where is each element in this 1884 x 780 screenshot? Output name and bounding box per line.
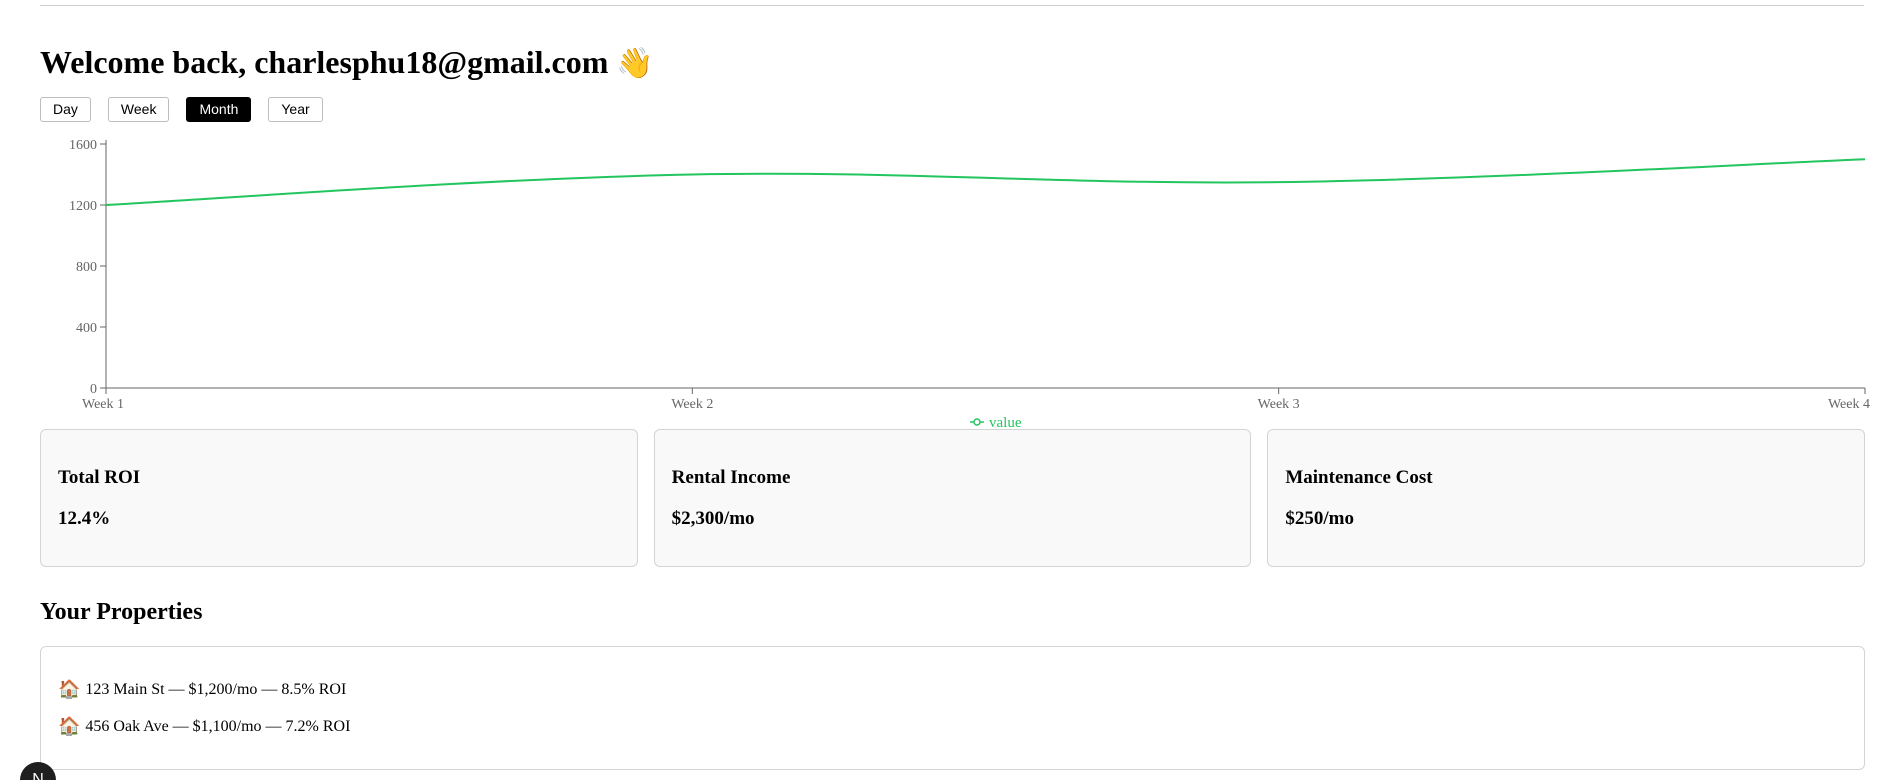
stats-cards: Total ROI 12.4% Rental Income $2,300/mo …	[40, 429, 1866, 567]
legend-swatch-dot	[973, 418, 981, 426]
y-tick-label: 400	[76, 321, 97, 336]
properties-heading: Your Properties	[40, 599, 203, 625]
stat-card-title: Maintenance Cost	[1285, 467, 1433, 488]
x-tick-label: Week 1	[82, 397, 124, 412]
house-icon: 🏠	[58, 716, 81, 737]
stat-card-title: Rental Income	[671, 467, 791, 488]
property-text: 456 Oak Ave — $1,100/mo — 7.2% ROI	[85, 718, 351, 735]
y-tick-label: 0	[90, 382, 97, 397]
waving-hand-icon: 👋	[616, 46, 654, 81]
property-text: 123 Main St — $1,200/mo — 8.5% ROI	[85, 681, 347, 698]
range-year-button[interactable]: Year	[268, 97, 323, 122]
time-range-selector: Day Week Month Year	[40, 97, 340, 122]
welcome-heading: Welcome back, charlesphu18@gmail.com 👋	[40, 40, 654, 86]
x-tick-label: Week 4	[1828, 397, 1870, 412]
dashboard-page: Welcome back, charlesphu18@gmail.com 👋 D…	[0, 0, 1884, 780]
stat-card-value: 12.4%	[58, 508, 111, 529]
line-chart-svg: 0 400 800 1200 1600 Week 1 Week 2 Week 3 Week 4 v…	[69, 138, 1870, 428]
legend-label: value	[989, 415, 1022, 428]
stat-card-value: $2,300/mo	[671, 508, 755, 529]
top-divider	[40, 5, 1864, 6]
y-tick-label: 800	[76, 260, 97, 275]
stat-card-rental-income: Rental Income $2,300/mo	[653, 429, 1252, 567]
list-item[interactable]: 🏠 456 Oak Ave — $1,100/mo — 7.2% ROI	[58, 717, 1847, 737]
welcome-text: Welcome back, charlesphu18@gmail.com	[40, 44, 609, 80]
range-week-button[interactable]: Week	[107, 97, 170, 122]
range-month-button[interactable]: Month	[186, 97, 252, 122]
range-day-button[interactable]: Day	[40, 97, 91, 122]
properties-list: 🏠 123 Main St — $1,200/mo — 8.5% ROI 🏠 4…	[40, 646, 1865, 770]
y-tick-label: 1200	[69, 199, 97, 214]
stat-card-title: Total ROI	[58, 467, 141, 488]
performance-chart: 0 400 800 1200 1600 Week 1 Week 2 Week 3 Week 4 v…	[40, 128, 1870, 428]
stat-card-maintenance-cost: Maintenance Cost $250/mo	[1267, 429, 1866, 567]
stat-card-total-roi: Total ROI 12.4%	[40, 429, 638, 567]
house-icon: 🏠	[58, 679, 81, 700]
series-line-value	[105, 158, 1866, 206]
x-tick-label: Week 2	[671, 397, 713, 412]
x-tick-label: Week 3	[1258, 397, 1300, 412]
list-item[interactable]: 🏠 123 Main St — $1,200/mo — 8.5% ROI	[58, 680, 1847, 700]
y-tick-label: 1600	[69, 138, 97, 153]
stat-card-value: $250/mo	[1285, 508, 1354, 529]
